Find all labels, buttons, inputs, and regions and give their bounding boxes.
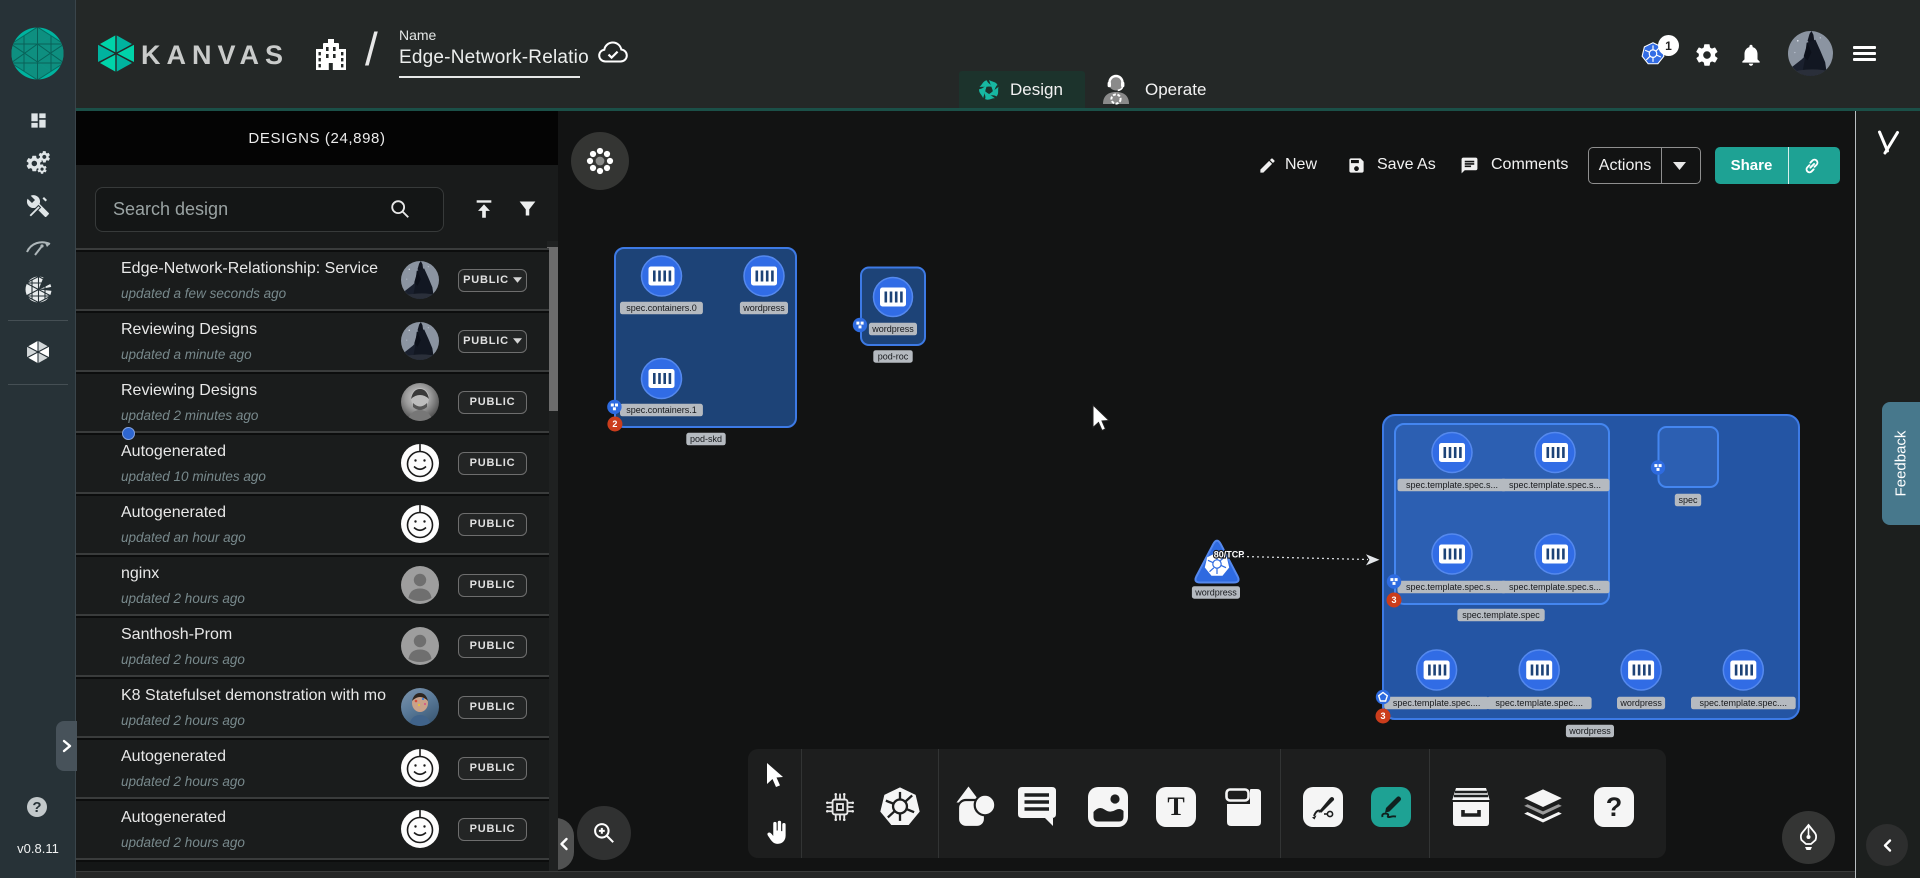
svg-text:spec.template.spec.s...: spec.template.spec.s...	[1509, 480, 1601, 490]
svg-text:spec.containers.1: spec.containers.1	[626, 405, 697, 415]
svg-text:spec.template.spec.s...: spec.template.spec.s...	[1406, 480, 1498, 490]
svg-text:wordpress: wordpress	[1568, 726, 1611, 736]
svg-text:spec.template.spec: spec.template.spec	[1462, 610, 1540, 620]
svg-text:pod-roc: pod-roc	[878, 352, 909, 362]
svg-text:80/TCP: 80/TCP	[1214, 550, 1245, 560]
svg-text:spec.template.spec.s...: spec.template.spec.s...	[1509, 582, 1601, 592]
svg-text:spec.template.spec....: spec.template.spec....	[1700, 698, 1788, 708]
svg-text:wordpress: wordpress	[871, 324, 914, 334]
svg-text:wordpress: wordpress	[742, 303, 785, 313]
svg-text:pod-skd: pod-skd	[690, 434, 722, 444]
svg-text:3: 3	[1391, 595, 1396, 605]
svg-text:wordpress: wordpress	[1619, 698, 1662, 708]
svg-text:spec.containers.0: spec.containers.0	[626, 303, 697, 313]
svg-text:2: 2	[612, 419, 617, 429]
svg-text:spec.template.spec.s...: spec.template.spec.s...	[1406, 582, 1498, 592]
svg-text:spec.template.spec....: spec.template.spec....	[1393, 698, 1481, 708]
svg-text:spec.template.spec....: spec.template.spec....	[1495, 698, 1583, 708]
svg-text:wordpress: wordpress	[1194, 588, 1237, 598]
svg-text:spec: spec	[1678, 495, 1698, 505]
svg-text:3: 3	[1380, 711, 1385, 721]
